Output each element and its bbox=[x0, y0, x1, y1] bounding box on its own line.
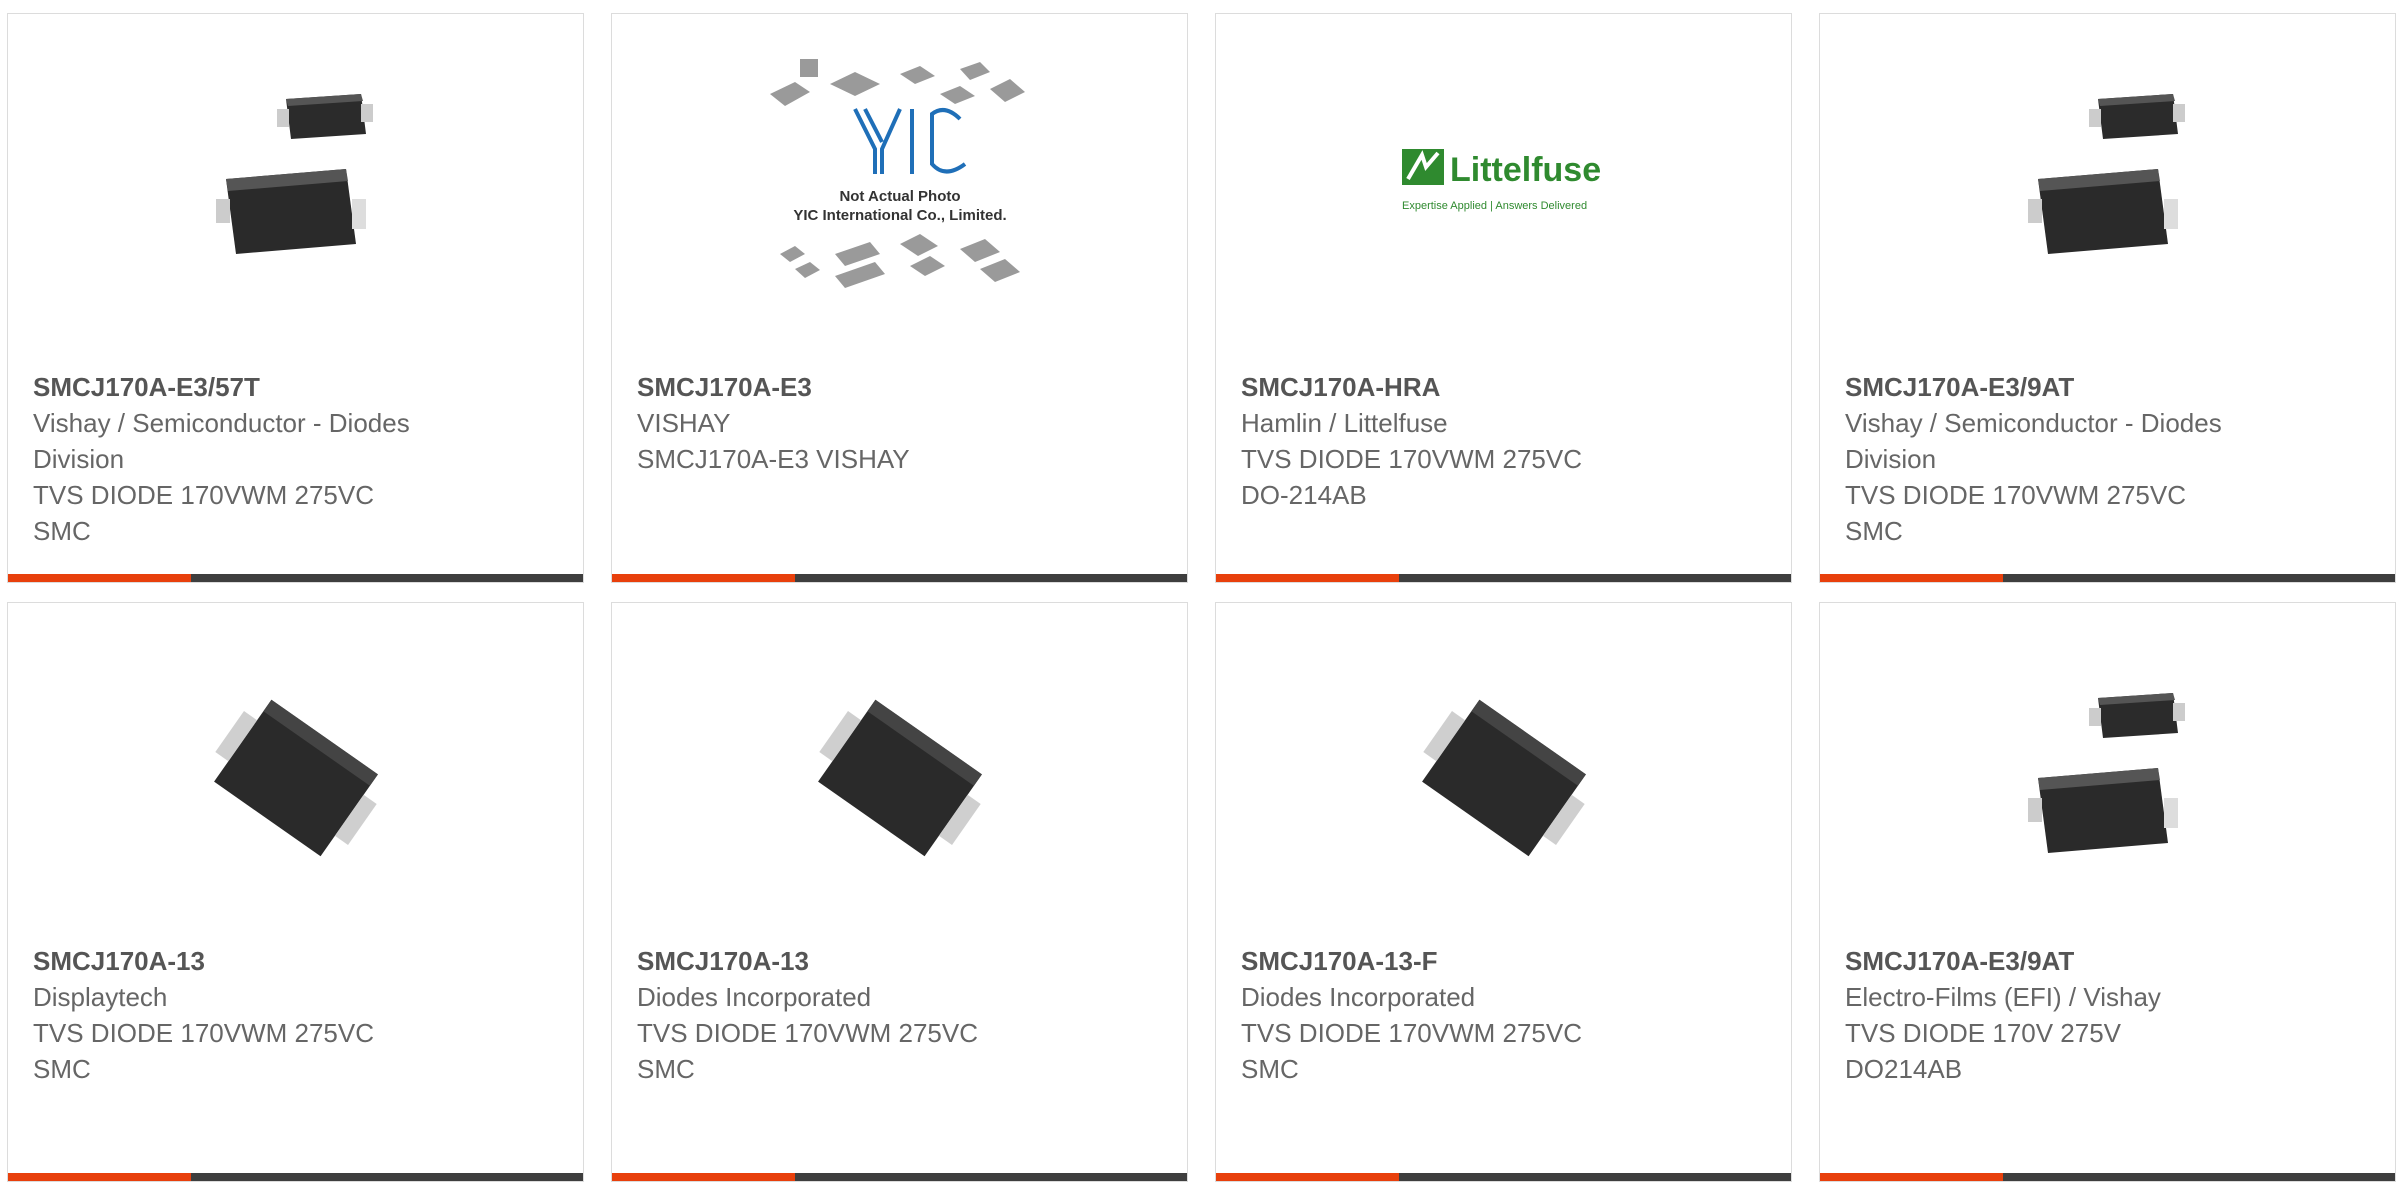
product-image[interactable] bbox=[1216, 653, 1791, 903]
smc-diode-pair-photo-icon bbox=[2027, 94, 2185, 254]
product-card[interactable]: SMCJ170A-13 Diodes Incorporated TVS DIOD… bbox=[611, 602, 1188, 1182]
manufacturer-cont: Division bbox=[33, 444, 125, 474]
product-image[interactable]: Not Actual Photo YIC International Co., … bbox=[612, 54, 1187, 304]
yic-not-actual-photo-icon: Not Actual Photo YIC International Co., … bbox=[769, 59, 1025, 288]
package: SMC bbox=[1845, 516, 1903, 546]
brand-wordmark: Littelfuse bbox=[1450, 151, 1601, 189]
brand-tagline: Expertise Applied | Answers Delivered bbox=[1402, 200, 1587, 212]
card-bottom-bar bbox=[1216, 574, 1791, 582]
smc-diode-single-photo-icon bbox=[817, 699, 982, 857]
description: TVS DIODE 170V 275V bbox=[1845, 1018, 2122, 1048]
manufacturer: VISHAY bbox=[637, 408, 731, 438]
package: SMC bbox=[637, 1054, 695, 1084]
part-number[interactable]: SMCJ170A-HRA bbox=[1241, 369, 1771, 405]
description: TVS DIODE 170VWM 275VC bbox=[1241, 1018, 1582, 1048]
card-bottom-bar bbox=[8, 1173, 583, 1181]
part-number[interactable]: SMCJ170A-E3/9AT bbox=[1845, 369, 2375, 405]
part-number[interactable]: SMCJ170A-13-F bbox=[1241, 943, 1771, 979]
product-image[interactable] bbox=[1820, 54, 2395, 304]
product-card[interactable]: SMCJ170A-13-F Diodes Incorporated TVS DI… bbox=[1215, 602, 1792, 1182]
manufacturer: Diodes Incorporated bbox=[637, 982, 872, 1012]
product-image[interactable]: Littelfuse Expertise Applied | Answers D… bbox=[1216, 54, 1791, 304]
smc-diode-single-photo-icon bbox=[213, 699, 378, 857]
product-card[interactable]: Littelfuse Expertise Applied | Answers D… bbox=[1215, 13, 1792, 583]
product-grid: SMCJ170A-E3/57T Vishay / Semiconductor -… bbox=[0, 0, 2400, 1182]
product-card[interactable]: SMCJ170A-13 Displaytech TVS DIODE 170VWM… bbox=[7, 602, 584, 1182]
part-number[interactable]: SMCJ170A-E3 bbox=[637, 369, 1167, 405]
card-bottom-bar bbox=[1820, 1173, 2395, 1181]
product-card[interactable]: Not Actual Photo YIC International Co., … bbox=[611, 13, 1188, 583]
package: SMC bbox=[33, 1054, 91, 1084]
product-image[interactable] bbox=[1820, 653, 2395, 903]
manufacturer: Hamlin / Littelfuse bbox=[1241, 408, 1448, 438]
package: DO-214AB bbox=[1241, 480, 1367, 510]
description: TVS DIODE 170VWM 275VC bbox=[1241, 444, 1582, 474]
card-bottom-bar bbox=[1216, 1173, 1791, 1181]
description: SMCJ170A-E3 VISHAY bbox=[637, 444, 910, 474]
product-image[interactable] bbox=[8, 653, 583, 903]
part-number[interactable]: SMCJ170A-13 bbox=[637, 943, 1167, 979]
card-bottom-bar bbox=[612, 574, 1187, 582]
product-image[interactable] bbox=[8, 54, 583, 304]
description: TVS DIODE 170VWM 275VC bbox=[33, 1018, 374, 1048]
image-caption-line1: Not Actual Photo bbox=[839, 188, 960, 205]
package: SMC bbox=[33, 516, 91, 546]
product-card[interactable]: SMCJ170A-E3/9AT Vishay / Semiconductor -… bbox=[1819, 13, 2396, 583]
part-number[interactable]: SMCJ170A-E3/57T bbox=[33, 369, 563, 405]
description: TVS DIODE 170VWM 275VC bbox=[637, 1018, 978, 1048]
manufacturer: Diodes Incorporated bbox=[1241, 982, 1476, 1012]
description: TVS DIODE 170VWM 275VC bbox=[33, 480, 374, 510]
card-bottom-bar bbox=[1820, 574, 2395, 582]
description: TVS DIODE 170VWM 275VC bbox=[1845, 480, 2186, 510]
manufacturer: Vishay / Semiconductor - Diodes bbox=[33, 408, 410, 438]
manufacturer: Vishay / Semiconductor - Diodes bbox=[1845, 408, 2222, 438]
part-number[interactable]: SMCJ170A-13 bbox=[33, 943, 563, 979]
image-caption-line2: YIC International Co., Limited. bbox=[793, 207, 1006, 224]
card-bottom-bar bbox=[612, 1173, 1187, 1181]
manufacturer-cont: Division bbox=[1845, 444, 1937, 474]
manufacturer: Displaytech bbox=[33, 982, 168, 1012]
card-bottom-bar bbox=[8, 574, 583, 582]
smc-diode-single-photo-icon bbox=[1421, 699, 1586, 857]
package: DO214AB bbox=[1845, 1054, 1963, 1084]
package: SMC bbox=[1241, 1054, 1299, 1084]
manufacturer: Electro-Films (EFI) / Vishay bbox=[1845, 982, 2161, 1012]
part-number[interactable]: SMCJ170A-E3/9AT bbox=[1845, 943, 2375, 979]
product-image[interactable] bbox=[612, 653, 1187, 903]
product-card[interactable]: SMCJ170A-E3/57T Vishay / Semiconductor -… bbox=[7, 13, 584, 583]
product-card[interactable]: SMCJ170A-E3/9AT Electro-Films (EFI) / Vi… bbox=[1819, 602, 2396, 1182]
smc-diode-pair-photo-icon bbox=[2027, 693, 2185, 853]
littelfuse-logo-icon: Littelfuse Expertise Applied | Answers D… bbox=[1401, 149, 1601, 212]
smc-diode-pair-photo-icon bbox=[215, 94, 373, 254]
